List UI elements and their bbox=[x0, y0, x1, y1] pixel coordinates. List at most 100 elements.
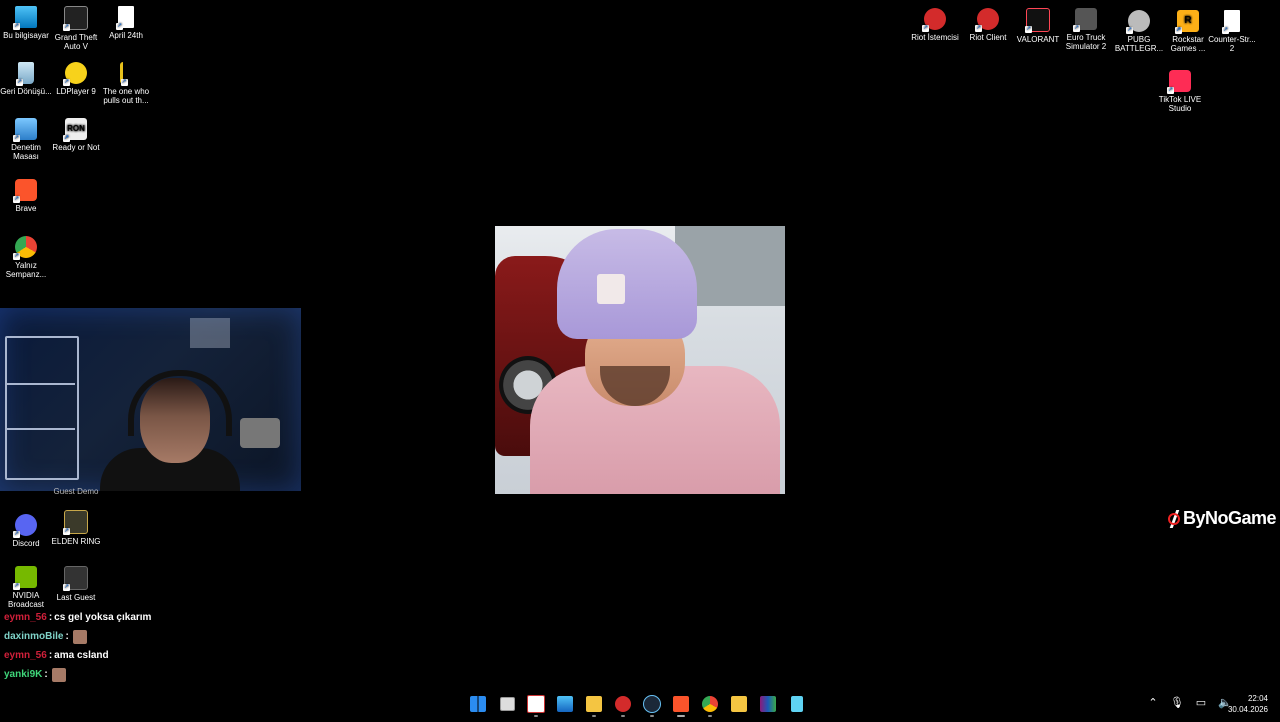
shortcut-arrow-icon: ↗ bbox=[1222, 27, 1229, 34]
media-player-icon bbox=[731, 696, 747, 712]
ready-or-not-glyph: RON bbox=[67, 124, 85, 133]
brave-icon: ↗ bbox=[13, 179, 37, 203]
desktop-icon-label: ELDEN RING bbox=[51, 537, 101, 546]
chat-message: eymn_56: ama csland bbox=[4, 646, 304, 665]
task-view-icon bbox=[499, 697, 515, 711]
riot-icon: ↗ bbox=[975, 8, 999, 32]
chevron-up-icon[interactable]: ⌃ bbox=[1146, 696, 1160, 710]
desktop-icon-label: Riot İstemcisi bbox=[911, 33, 959, 42]
shortcut-arrow-icon: ↗ bbox=[13, 196, 20, 203]
last-guest-icon: ↗ bbox=[63, 566, 88, 591]
taskbar-apps bbox=[466, 692, 809, 717]
desktop-icon-label: LDPlayer 9 bbox=[56, 87, 96, 96]
desktop-icon-label: PUBG BATTLEGR... bbox=[1114, 35, 1164, 53]
chat-message: yanki9K: bbox=[4, 665, 304, 684]
taskbar-brave-button[interactable] bbox=[669, 692, 693, 717]
desktop-icon-cs2[interactable]: ↗ Counter-Str... 2 bbox=[1206, 10, 1258, 53]
shortcut-arrow-icon: ↗ bbox=[13, 583, 20, 590]
taskbar-photos-button[interactable] bbox=[524, 692, 548, 717]
beanie bbox=[557, 229, 697, 339]
brave-icon bbox=[673, 696, 689, 712]
shortcut-arrow-icon: ↗ bbox=[63, 24, 70, 31]
taskbar-steam-button[interactable] bbox=[640, 692, 664, 717]
notepad-icon bbox=[791, 696, 803, 712]
headset bbox=[128, 370, 232, 436]
taskbar-winrar-button[interactable] bbox=[756, 692, 780, 716]
desktop-icon-onewho[interactable]: ↗ The one who pulls out th... bbox=[100, 62, 152, 105]
desktop-icon-label: Last Guest bbox=[56, 593, 96, 602]
desktop-icon-label: TikTok LIVE Studio bbox=[1158, 95, 1202, 113]
taskbar-riot-button[interactable] bbox=[611, 692, 635, 717]
taskbar-taskview-button[interactable] bbox=[495, 692, 519, 716]
chat-message: eymn_56: cs gel yoksa çıkarım bbox=[4, 608, 304, 627]
webcam-overlay bbox=[0, 308, 301, 491]
shortcut-arrow-icon: ↗ bbox=[1167, 87, 1174, 94]
chat-username: eymn_56 bbox=[4, 650, 47, 661]
chrome-icon bbox=[702, 696, 718, 712]
desktop-icon-gta[interactable]: ↗ Grand Theft Auto V bbox=[50, 6, 102, 51]
desktop-icon-pc[interactable]: ↗ Bu bilgisayar bbox=[0, 6, 52, 40]
document-icon: ↗ bbox=[1222, 10, 1240, 34]
document-icon: ↗ bbox=[116, 6, 134, 30]
desktop-icon-label: Grand Theft Auto V bbox=[54, 33, 98, 51]
desktop-icon-panel[interactable]: ↗ Denetim Masası bbox=[0, 118, 52, 161]
taskbar-media-button[interactable] bbox=[727, 692, 751, 716]
taskbar-notepad-button[interactable] bbox=[785, 692, 809, 716]
riot-icon bbox=[615, 696, 631, 712]
desktop-icon-ron[interactable]: RON ↗ Ready or Not bbox=[50, 118, 102, 152]
desktop-icon-pubg[interactable]: ↗ PUBG BATTLEGR... bbox=[1113, 10, 1165, 53]
desktop-icon-label: Discord bbox=[12, 539, 40, 548]
ldplayer-icon: ↗ bbox=[63, 62, 87, 86]
desktop-icon-tiktok[interactable]: ↗ TikTok LIVE Studio bbox=[1154, 70, 1206, 113]
desktop-icon-discord[interactable]: ↗ Discord bbox=[0, 514, 52, 548]
chat-username: daxinmoBile bbox=[4, 631, 64, 642]
desktop-icon-label-partial[interactable]: Guest Demo bbox=[50, 487, 102, 496]
system-tray: ⌃ 🎙 ▭ 🔈 bbox=[1146, 696, 1232, 710]
desktop-icon-label: Yalnız Sempanz... bbox=[5, 261, 47, 279]
display-icon[interactable]: ▭ bbox=[1194, 696, 1208, 710]
gta-icon: ↗ bbox=[63, 6, 88, 31]
desktop-icon-trash[interactable]: ↗ Geri Dönüşü... bbox=[0, 62, 52, 96]
desktop-icon-label: Counter-Str... 2 bbox=[1208, 35, 1256, 53]
desktop-icon-nvidia[interactable]: ↗ NVIDIA Broadcast bbox=[0, 566, 52, 609]
shelf-board bbox=[5, 428, 75, 430]
desktop-icon-valorant[interactable]: ↗ VALORANT bbox=[1012, 8, 1064, 44]
center-photo-overlay bbox=[495, 226, 785, 494]
clock[interactable]: 22:04 30.04.2026 bbox=[1228, 693, 1268, 715]
desktop-icon-lastguest[interactable]: ↗ Last Guest bbox=[50, 566, 102, 602]
desktop-icon-label: Geri Dönüşü... bbox=[0, 87, 52, 96]
shortcut-arrow-icon: ↗ bbox=[1073, 25, 1080, 32]
desktop-icon-label: April 24th bbox=[109, 31, 143, 40]
chat-emote-icon bbox=[72, 629, 87, 644]
pc-case bbox=[240, 418, 280, 448]
taskbar-start-button[interactable] bbox=[466, 692, 490, 716]
desktop-icon-elden[interactable]: ↗ ELDEN RING bbox=[50, 510, 102, 546]
taskbar-explorer-button[interactable] bbox=[582, 692, 606, 717]
desktop-icon-riot1[interactable]: ↗ Riot İstemcisi bbox=[909, 8, 961, 42]
game-icon: ↗ bbox=[119, 62, 133, 86]
desktop-icon-brave[interactable]: ↗ Brave bbox=[0, 179, 52, 213]
desktop-icon-label: VALORANT bbox=[1016, 35, 1060, 44]
store-icon bbox=[557, 696, 573, 712]
shortcut-arrow-icon: ↗ bbox=[16, 79, 23, 86]
shortcut-arrow-icon: ↗ bbox=[63, 135, 70, 142]
microphone-icon[interactable]: 🎙 bbox=[1170, 696, 1184, 710]
shelf bbox=[5, 336, 79, 480]
desktop-icon-april[interactable]: ↗ April 24th bbox=[100, 6, 152, 40]
desktop-icon-chrome[interactable]: ↗ Yalnız Sempanz... bbox=[0, 236, 52, 279]
taskbar-chrome-button[interactable] bbox=[698, 692, 722, 717]
taskbar-store-button[interactable] bbox=[553, 692, 577, 716]
clock-date: 30.04.2026 bbox=[1227, 705, 1268, 714]
desktop-icon-label: Denetim Masası bbox=[11, 143, 41, 161]
clock-time: 22:04 bbox=[1247, 694, 1268, 703]
shortcut-arrow-icon: ↗ bbox=[63, 584, 70, 591]
shortcut-arrow-icon: ↗ bbox=[13, 23, 20, 30]
desktop-icon-label: Riot Client bbox=[969, 33, 1007, 42]
desktop-icon-riot2[interactable]: ↗ Riot Client bbox=[962, 8, 1014, 42]
chat-separator: : bbox=[48, 612, 53, 623]
shortcut-arrow-icon: ↗ bbox=[13, 135, 20, 142]
riot-icon: ↗ bbox=[922, 8, 946, 32]
desktop-icon-ldplayer[interactable]: ↗ LDPlayer 9 bbox=[50, 62, 102, 96]
shortcut-arrow-icon: ↗ bbox=[922, 25, 929, 32]
desktop-icon-ets[interactable]: ↗ Euro Truck Simulator 2 bbox=[1060, 8, 1112, 51]
